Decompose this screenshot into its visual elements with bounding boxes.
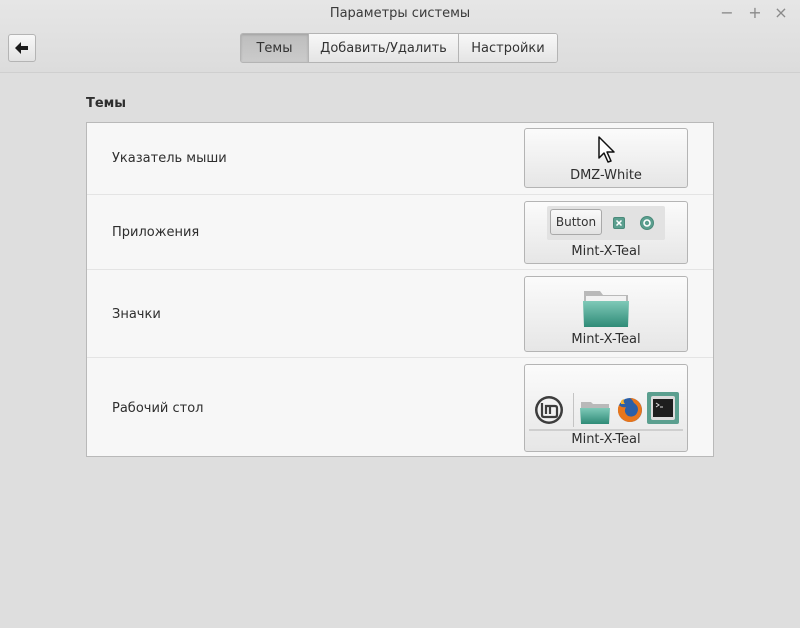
cursor-theme-name: DMZ-White xyxy=(570,168,642,183)
tab-settings[interactable]: Настройки xyxy=(458,34,557,62)
row-label-applications: Приложения xyxy=(112,225,200,240)
folder-icon xyxy=(580,402,610,424)
theme-row-icons: Значки Mint-X-Teal xyxy=(87,269,713,357)
applications-theme-button[interactable]: Button Mint-X-Teal xyxy=(524,201,688,264)
folder-icon xyxy=(583,291,629,327)
desktop-theme-button[interactable]: Mint-X-Teal xyxy=(524,364,688,452)
terminal-icon xyxy=(651,396,675,420)
row-label-desktop: Рабочий стол xyxy=(112,401,204,416)
theme-row-desktop: Рабочий стол Mint-X-Teal xyxy=(87,357,713,456)
section-title: Темы xyxy=(86,96,127,111)
panel-separator xyxy=(573,393,574,427)
close-button[interactable]: × xyxy=(771,3,791,23)
preview-button: Button xyxy=(550,209,602,235)
firefox-icon xyxy=(617,398,642,422)
tab-add-remove[interactable]: Добавить/Удалить xyxy=(308,34,458,62)
window-titlebar: Параметры системы − + × Темы Добавить/Уд… xyxy=(0,0,800,73)
theme-row-cursor: Указатель мыши DMZ-White xyxy=(87,123,713,194)
desktop-panel-preview xyxy=(529,389,683,431)
applications-theme-name: Mint-X-Teal xyxy=(571,244,641,259)
back-button[interactable] xyxy=(8,34,36,62)
desktop-theme-name: Mint-X-Teal xyxy=(571,432,641,447)
themes-panel: Указатель мыши DMZ-White Приложения Butt… xyxy=(86,122,714,457)
arrow-left-icon xyxy=(15,42,28,54)
row-label-cursor: Указатель мыши xyxy=(112,151,227,166)
checkbox-icon xyxy=(613,217,625,229)
view-switcher: Темы Добавить/Удалить Настройки xyxy=(240,33,558,63)
icons-theme-button[interactable]: Mint-X-Teal xyxy=(524,276,688,352)
theme-row-applications: Приложения Button Mint-X-Teal xyxy=(87,194,713,269)
cursor-theme-button[interactable]: DMZ-White xyxy=(524,128,688,188)
mint-menu-icon xyxy=(535,396,563,424)
cursor-arrow-icon xyxy=(598,136,615,163)
row-label-icons: Значки xyxy=(112,307,161,322)
icons-theme-name: Mint-X-Teal xyxy=(571,332,641,347)
gtk-preview: Button xyxy=(547,206,665,240)
active-window-highlight xyxy=(647,392,679,424)
window-title: Параметры системы xyxy=(329,6,471,21)
radio-icon xyxy=(640,216,654,230)
minimize-button[interactable]: − xyxy=(717,3,737,23)
maximize-button[interactable]: + xyxy=(745,3,765,23)
tab-themes[interactable]: Темы xyxy=(241,34,308,62)
